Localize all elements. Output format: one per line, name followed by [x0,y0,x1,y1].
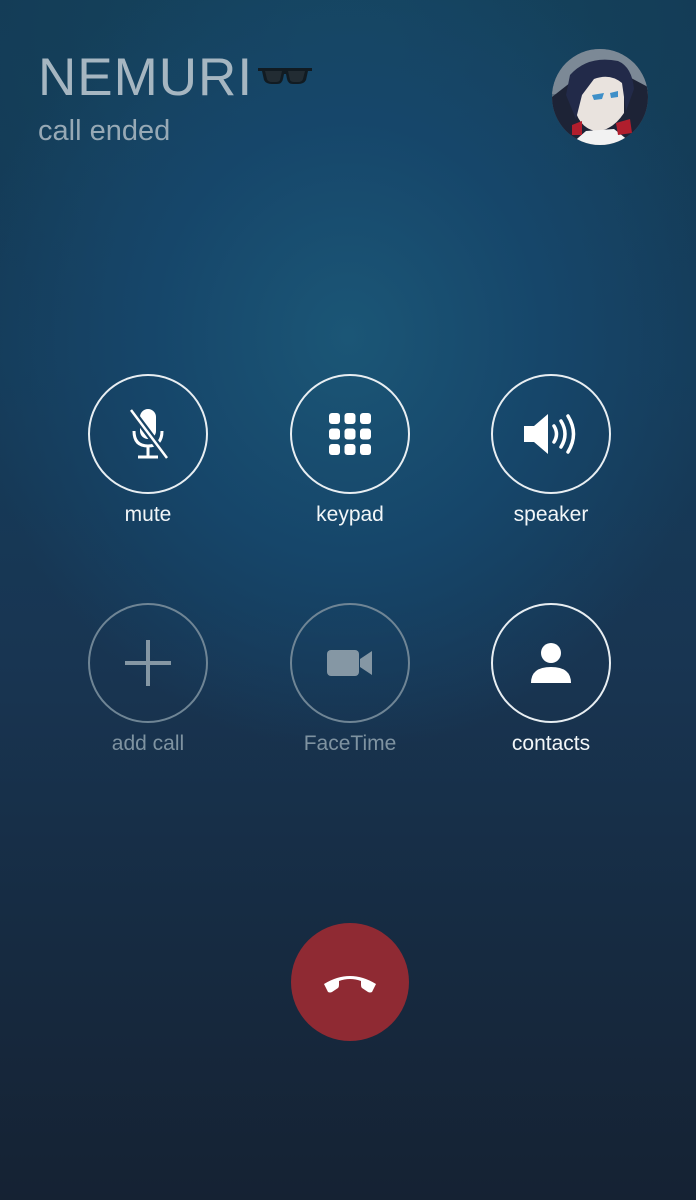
mute-label: mute [124,503,172,526]
speaker-button[interactable]: speaker [476,374,626,544]
contacts-label: contacts [511,732,591,755]
facetime-label: FaceTime [303,732,397,755]
add-call-button-ring[interactable] [88,603,208,723]
caller-name: NEMURI [38,48,254,107]
speaker-icon [524,414,576,454]
facetime-button[interactable]: FaceTime [275,603,425,773]
sunglasses-icon [258,68,312,84]
keypad-dots-icon [329,413,371,455]
add-call-button[interactable]: add call [73,603,223,773]
speaker-label: speaker [513,503,589,526]
keypad-label: keypad [316,503,384,526]
contacts-button-ring[interactable] [491,603,611,723]
facetime-button-ring[interactable] [290,603,410,723]
avatar [552,49,648,145]
contacts-button[interactable]: contacts [476,603,626,773]
keypad-button[interactable]: keypad [275,374,425,544]
call-status: call ended [38,115,171,147]
video-camera-icon [327,650,372,676]
mute-button[interactable]: mute [73,374,223,544]
keypad-button-ring[interactable] [290,374,410,494]
end-call-button[interactable] [291,923,409,1041]
mute-button-ring[interactable] [88,374,208,494]
call-screen: NEMURI call ended mute keypad speaker ad… [0,0,696,1200]
plus-icon [125,640,171,686]
add-call-label: add call [111,732,185,755]
speaker-button-ring[interactable] [491,374,611,494]
person-icon [531,643,571,683]
phone-hangup-icon [324,976,376,993]
microphone-muted-icon [128,407,170,461]
avatar-image [552,49,648,145]
